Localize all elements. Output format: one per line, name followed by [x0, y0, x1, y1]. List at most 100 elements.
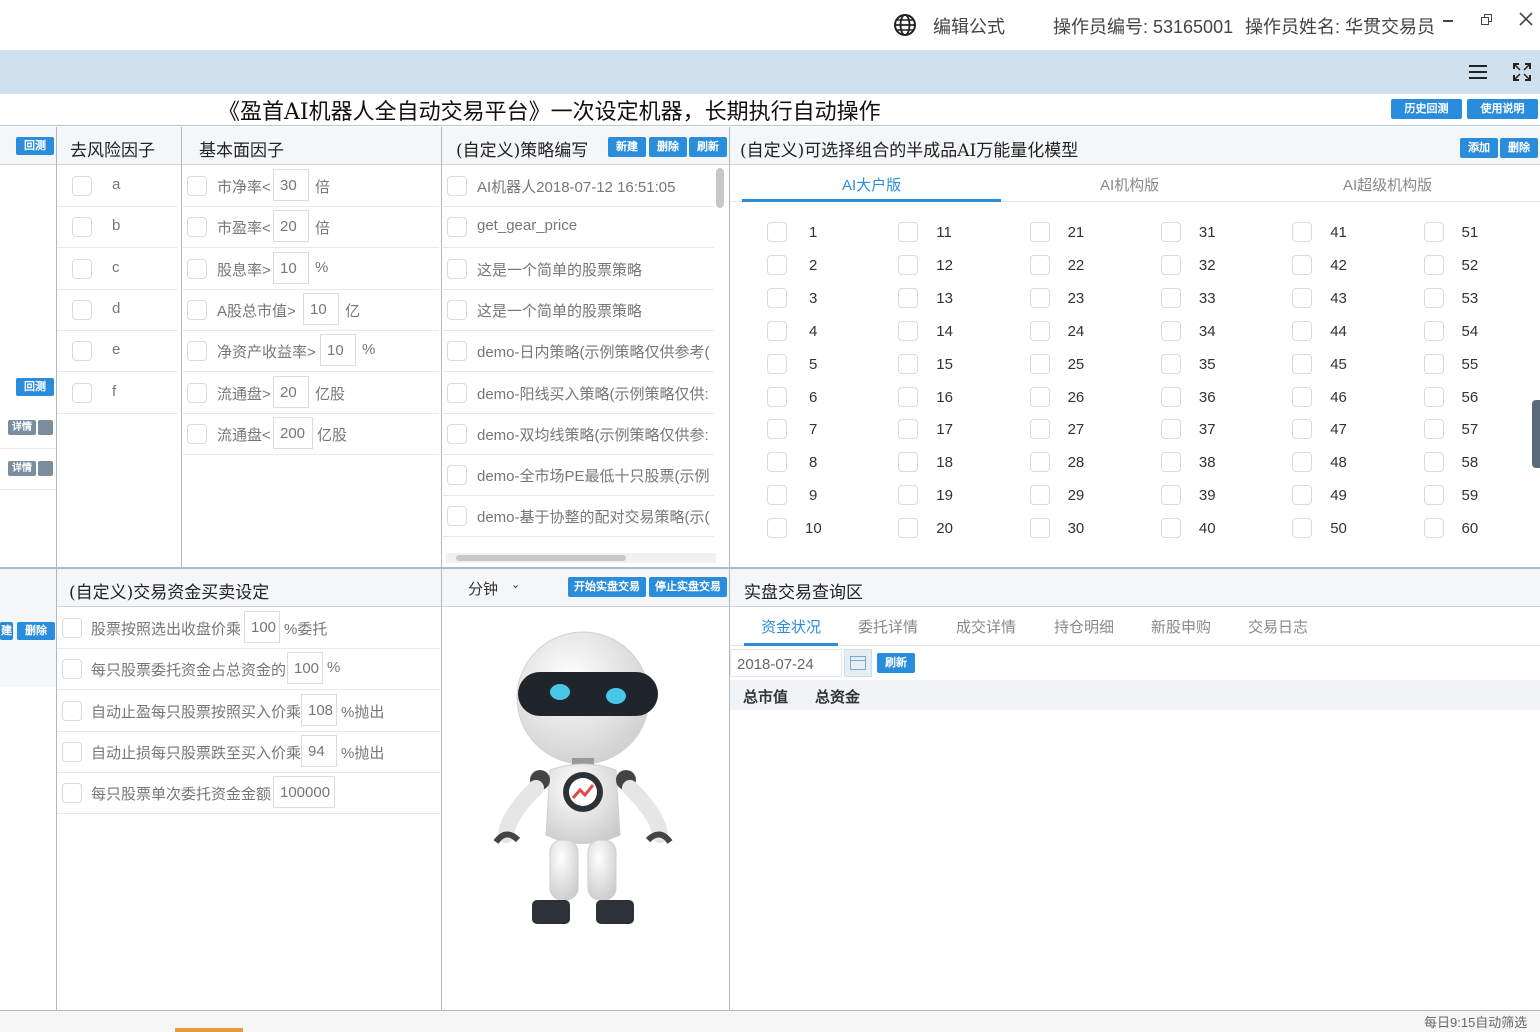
- risk-checkbox[interactable]: [72, 299, 92, 320]
- query-tab[interactable]: 交易日志: [1248, 616, 1308, 637]
- model-checkbox[interactable]: [1423, 287, 1444, 308]
- delete-button[interactable]: 删除: [17, 622, 55, 640]
- model-checkbox[interactable]: [1292, 485, 1313, 506]
- model-checkbox[interactable]: [1423, 386, 1444, 407]
- model-checkbox[interactable]: [1423, 353, 1444, 374]
- fundamental-value-input[interactable]: 10: [273, 251, 309, 284]
- model-checkbox[interactable]: [767, 386, 787, 407]
- strategy-checkbox[interactable]: [447, 465, 467, 486]
- model-checkbox[interactable]: [1160, 485, 1181, 506]
- model-checkbox[interactable]: [898, 518, 919, 539]
- history-backtest-button[interactable]: 历史回测: [1391, 99, 1462, 119]
- strategy-checkbox[interactable]: [447, 341, 467, 362]
- model-checkbox[interactable]: [898, 254, 919, 275]
- model-checkbox[interactable]: [1292, 222, 1313, 242]
- model-checkbox[interactable]: [1292, 353, 1313, 374]
- manual-button[interactable]: 使用说明: [1467, 99, 1538, 119]
- model-checkbox[interactable]: [898, 222, 919, 242]
- globe-icon[interactable]: [893, 13, 917, 37]
- model-checkbox[interactable]: [1029, 386, 1050, 407]
- model-checkbox[interactable]: [1292, 254, 1313, 275]
- model-checkbox[interactable]: [1292, 287, 1313, 308]
- model-checkbox[interactable]: [1292, 452, 1313, 473]
- model-checkbox[interactable]: [1423, 518, 1444, 539]
- tab-ai-retail[interactable]: AI大户版: [842, 174, 901, 195]
- risk-checkbox[interactable]: [72, 382, 92, 403]
- strategy-hscroll[interactable]: [446, 553, 716, 563]
- strategy-scrollbar[interactable]: [716, 168, 724, 208]
- tab-ai-institution[interactable]: AI机构版: [1100, 174, 1159, 195]
- model-checkbox[interactable]: [1160, 320, 1181, 341]
- model-add-button[interactable]: 添加: [1460, 138, 1498, 158]
- funds-checkbox[interactable]: [62, 741, 82, 762]
- model-checkbox[interactable]: [1029, 518, 1050, 539]
- model-delete-button[interactable]: 删除: [1500, 138, 1538, 158]
- model-checkbox[interactable]: [1292, 386, 1313, 407]
- model-checkbox[interactable]: [1423, 320, 1444, 341]
- funds-value-input[interactable]: 108: [301, 693, 337, 726]
- stop-live-trading-button[interactable]: 停止实盘交易: [649, 577, 727, 597]
- model-checkbox[interactable]: [767, 222, 787, 242]
- fundamental-checkbox[interactable]: [187, 382, 207, 403]
- strategy-refresh-button[interactable]: 刷新: [689, 137, 727, 157]
- model-checkbox[interactable]: [1423, 254, 1444, 275]
- model-checkbox[interactable]: [1160, 287, 1181, 308]
- model-checkbox[interactable]: [898, 353, 919, 374]
- query-tab[interactable]: 新股申购: [1151, 616, 1211, 637]
- risk-checkbox[interactable]: [72, 176, 92, 196]
- strategy-item-label[interactable]: demo-全市场PE最低十只股票(示例: [477, 465, 713, 486]
- fundamental-value-input[interactable]: 10: [320, 334, 356, 367]
- funds-value-input[interactable]: 100: [244, 611, 280, 643]
- risk-checkbox[interactable]: [72, 341, 92, 362]
- funds-value-input[interactable]: 100: [287, 652, 323, 685]
- model-checkbox[interactable]: [1160, 386, 1181, 407]
- strategy-checkbox[interactable]: [447, 217, 467, 238]
- fundamental-checkbox[interactable]: [187, 217, 207, 238]
- strategy-item-label[interactable]: AI机器人2018-07-12 16:51:05: [477, 176, 713, 197]
- funds-value-input[interactable]: 100000: [273, 776, 335, 809]
- fullscreen-icon[interactable]: [1513, 63, 1531, 81]
- fundamental-checkbox[interactable]: [187, 341, 207, 362]
- model-checkbox[interactable]: [898, 419, 919, 440]
- strategy-delete-button[interactable]: 删除: [649, 137, 687, 157]
- model-checkbox[interactable]: [1160, 452, 1181, 473]
- new-button[interactable]: 建: [0, 622, 13, 640]
- model-checkbox[interactable]: [898, 386, 919, 407]
- model-checkbox[interactable]: [767, 320, 787, 341]
- model-checkbox[interactable]: [767, 254, 787, 275]
- detail-button[interactable]: 详情: [8, 420, 36, 435]
- model-checkbox[interactable]: [1160, 254, 1181, 275]
- model-checkbox[interactable]: [1029, 353, 1050, 374]
- strategy-checkbox[interactable]: [447, 423, 467, 444]
- model-checkbox[interactable]: [767, 485, 787, 506]
- model-checkbox[interactable]: [1292, 320, 1313, 341]
- fundamental-value-input[interactable]: 10: [303, 292, 339, 325]
- close-icon[interactable]: [1519, 12, 1533, 26]
- fundamental-value-input[interactable]: 30: [273, 169, 309, 201]
- query-tab[interactable]: 委托详情: [858, 616, 918, 637]
- strategy-new-button[interactable]: 新建: [608, 137, 646, 157]
- strategy-item-label[interactable]: get_gear_price: [477, 217, 713, 234]
- strategy-item-label[interactable]: demo-基于协整的配对交易策略(示(: [477, 506, 713, 527]
- model-checkbox[interactable]: [1160, 518, 1181, 539]
- risk-checkbox[interactable]: [72, 258, 92, 279]
- minimize-icon[interactable]: [1443, 20, 1453, 22]
- funds-checkbox[interactable]: [62, 700, 82, 721]
- interval-select[interactable]: 分钟: [468, 578, 498, 599]
- funds-value-input[interactable]: 94: [301, 734, 337, 767]
- strategy-item-label[interactable]: demo-阳线买入策略(示例策略仅供:: [477, 383, 713, 404]
- detail-button-2[interactable]: 详情: [8, 461, 36, 476]
- strategy-checkbox[interactable]: [447, 382, 467, 403]
- strategy-checkbox[interactable]: [447, 258, 467, 279]
- tab-ai-super-institution[interactable]: AI超级机构版: [1343, 174, 1432, 195]
- date-input[interactable]: 2018-07-24: [730, 649, 842, 677]
- model-checkbox[interactable]: [1423, 452, 1444, 473]
- edit-formula-link[interactable]: 编辑公式: [933, 13, 1005, 39]
- model-checkbox[interactable]: [1029, 452, 1050, 473]
- model-checkbox[interactable]: [1423, 419, 1444, 440]
- fundamental-checkbox[interactable]: [187, 176, 207, 196]
- fundamental-checkbox[interactable]: [187, 423, 207, 444]
- trash-icon[interactable]: [38, 420, 53, 435]
- fundamental-value-input[interactable]: 200: [273, 416, 313, 449]
- model-checkbox[interactable]: [1292, 419, 1313, 440]
